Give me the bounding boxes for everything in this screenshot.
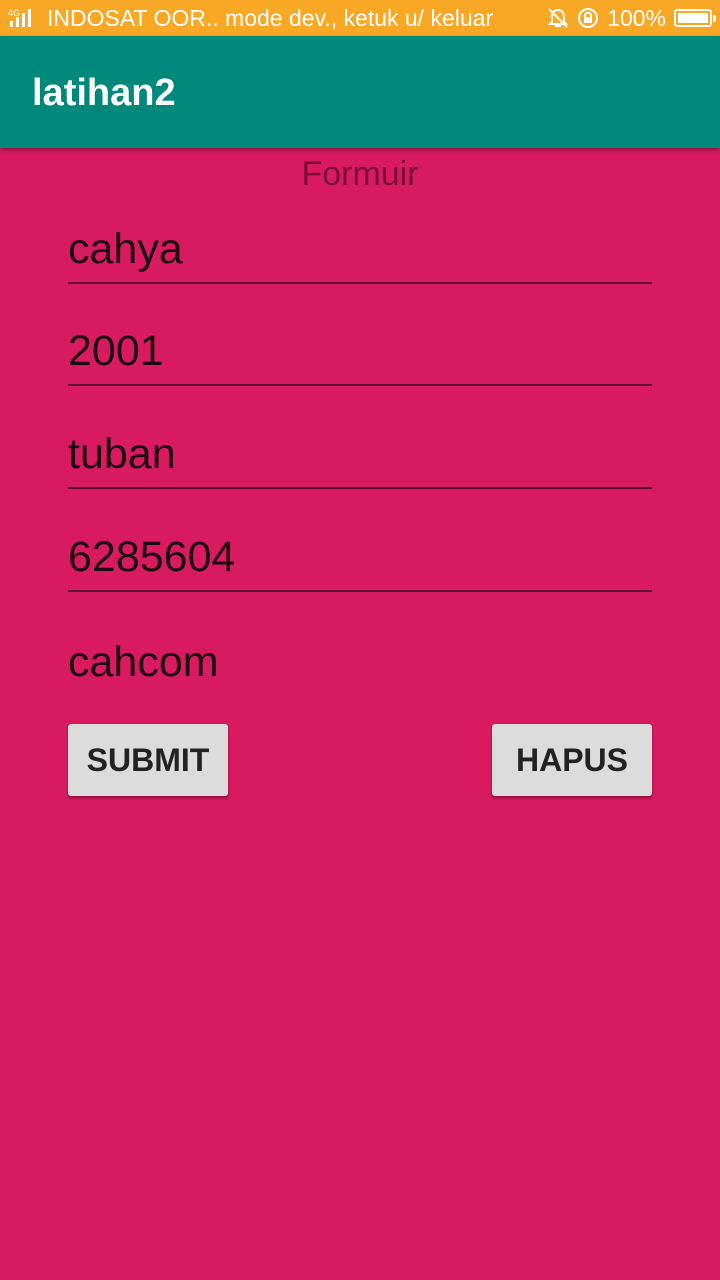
app-title: latihan2 — [32, 72, 176, 114]
rotation-lock-icon — [578, 8, 599, 28]
status-icons: 100% — [545, 0, 716, 36]
phone-field-value: 6285604 — [68, 533, 236, 581]
network-type-label: 4G — [8, 8, 20, 18]
battery-icon — [674, 9, 716, 27]
form-heading: Formuir — [301, 155, 419, 193]
name-field[interactable]: cahya — [68, 208, 652, 284]
extra-field[interactable]: cahcom — [68, 619, 652, 695]
app-bar: latihan2 — [0, 36, 720, 148]
battery-percent: 100% — [607, 4, 666, 31]
app-screen: 4G INDOSAT OOR.. mode dev., ketuk u/ kel… — [0, 0, 720, 1280]
city-field[interactable]: tuban — [68, 413, 652, 489]
clear-button[interactable]: HAPUS — [492, 724, 652, 796]
extra-field-value: cahcom — [68, 638, 219, 686]
phone-field[interactable]: 6285604 — [68, 516, 652, 592]
name-field-value: cahya — [68, 225, 183, 273]
battery-fill — [678, 13, 708, 23]
city-field-value: tuban — [68, 430, 176, 478]
year-field[interactable]: 2001 — [68, 310, 652, 386]
submit-button[interactable]: SUBMIT — [68, 724, 228, 796]
mute-icon — [547, 8, 569, 28]
year-field-value: 2001 — [68, 327, 164, 375]
status-bar: 4G INDOSAT OOR.. mode dev., ketuk u/ kel… — [0, 0, 720, 36]
carrier-text: INDOSAT OOR.. mode dev., ketuk u/ keluar — [47, 5, 494, 31]
signal-icon: 4G — [8, 8, 31, 27]
